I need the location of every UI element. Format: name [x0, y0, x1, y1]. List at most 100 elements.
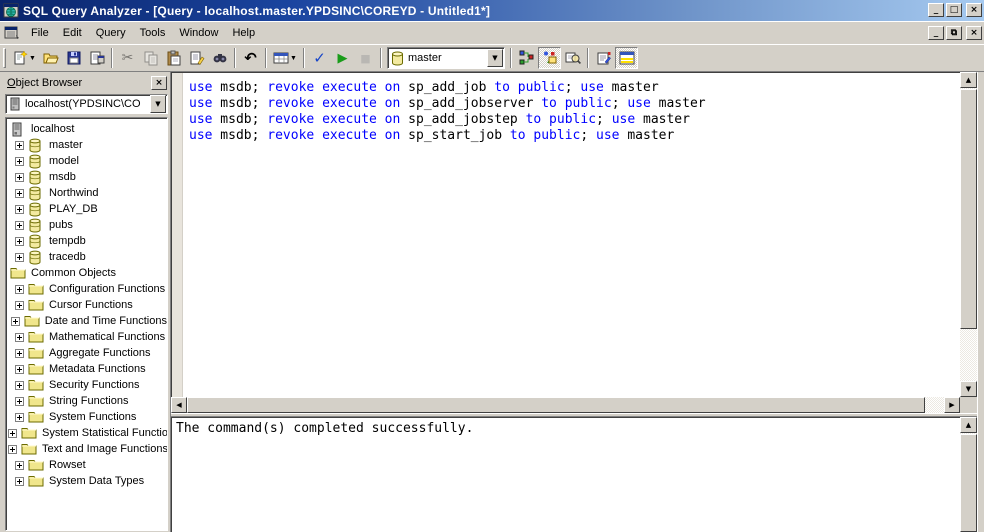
- scroll-up-icon[interactable]: ▲: [960, 417, 977, 433]
- minimize-button[interactable]: _: [928, 3, 944, 17]
- open-button[interactable]: [39, 47, 62, 69]
- menu-query[interactable]: Query: [89, 24, 133, 42]
- expand-plus-icon[interactable]: [8, 444, 17, 454]
- insert-template-icon: [89, 50, 105, 66]
- expand-plus-icon[interactable]: [8, 428, 17, 438]
- editor-vscrollbar[interactable]: ▲ ▼: [960, 72, 977, 397]
- menu-tools[interactable]: Tools: [133, 24, 173, 42]
- object-browser-close-icon[interactable]: ×: [151, 76, 167, 90]
- menu-edit[interactable]: Edit: [56, 24, 89, 42]
- expand-plus-icon[interactable]: [10, 316, 20, 326]
- connection-combo[interactable]: localhost(YPDSINC\CO ▼: [5, 94, 168, 114]
- tree-item-string-functions[interactable]: String Functions: [8, 393, 167, 409]
- toolbar-separator: [510, 48, 512, 68]
- editor-vscroll-thumb[interactable]: [960, 89, 977, 329]
- editor-hscrollbar[interactable]: ◀ ▶: [171, 397, 960, 413]
- toolbar-grip[interactable]: [3, 48, 6, 68]
- expand-plus-icon[interactable]: [15, 476, 24, 486]
- expand-plus-icon[interactable]: [15, 236, 24, 246]
- tree-item-label: Common Objects: [31, 267, 116, 279]
- expand-plus-icon[interactable]: [15, 204, 24, 214]
- tree-item-metadata-functions[interactable]: Metadata Functions: [8, 361, 167, 377]
- tree-item-date-and-time-functions[interactable]: Date and Time Functions: [8, 313, 167, 329]
- paste-button[interactable]: [162, 47, 185, 69]
- scroll-left-icon[interactable]: ◀: [171, 397, 187, 413]
- database-combo-dropdown-icon[interactable]: ▼: [487, 49, 503, 67]
- results-vscroll-thumb[interactable]: [960, 434, 977, 532]
- tree-item-text-and-image-functions[interactable]: Text and Image Functions: [8, 441, 167, 457]
- expand-plus-icon[interactable]: [15, 348, 24, 358]
- tree-item-rowset[interactable]: Rowset: [8, 457, 167, 473]
- tree-item-msdb[interactable]: msdb: [8, 169, 167, 185]
- mdi-child-icon[interactable]: [4, 25, 20, 41]
- tree-item-configuration-functions[interactable]: Configuration Functions: [8, 281, 167, 297]
- query-editor[interactable]: use msdb; revoke execute on sp_add_job t…: [171, 72, 960, 397]
- mdi-minimize-button[interactable]: _: [928, 26, 944, 40]
- expand-plus-icon[interactable]: [15, 380, 24, 390]
- maximize-button[interactable]: □: [946, 3, 962, 17]
- menu-file[interactable]: File: [24, 24, 56, 42]
- dropdown-arrow-icon[interactable]: ▼: [290, 55, 297, 62]
- tree-item-model[interactable]: model: [8, 153, 167, 169]
- tree-item-system-functions[interactable]: System Functions: [8, 409, 167, 425]
- tree-item-northwind[interactable]: Northwind: [8, 185, 167, 201]
- editor-hscroll-thumb[interactable]: [187, 397, 925, 413]
- tree-item-pubs[interactable]: pubs: [8, 217, 167, 233]
- tree-item-system-data-types[interactable]: System Data Types: [8, 473, 167, 489]
- object-search-button[interactable]: [561, 47, 584, 69]
- connection-combo-dropdown-icon[interactable]: ▼: [150, 95, 166, 113]
- tree-item-mathematical-functions[interactable]: Mathematical Functions: [8, 329, 167, 345]
- dropdown-arrow-icon[interactable]: ▼: [29, 55, 36, 62]
- expand-plus-icon[interactable]: [15, 300, 24, 310]
- tree-item-localhost[interactable]: localhost: [8, 121, 167, 137]
- tree-item-play-db[interactable]: PLAY_DB: [8, 201, 167, 217]
- expand-plus-icon[interactable]: [15, 460, 24, 470]
- scroll-right-icon[interactable]: ▶: [944, 397, 960, 413]
- menu-window[interactable]: Window: [172, 24, 225, 42]
- tree-item-aggregate-functions[interactable]: Aggregate Functions: [8, 345, 167, 361]
- scroll-down-icon[interactable]: ▼: [960, 381, 977, 397]
- save-button[interactable]: [62, 47, 85, 69]
- object-browser-button[interactable]: [538, 47, 561, 69]
- show-results-pane-button[interactable]: [615, 47, 638, 69]
- expand-plus-icon[interactable]: [15, 284, 24, 294]
- expand-plus-icon[interactable]: [15, 332, 24, 342]
- expand-plus-icon[interactable]: [15, 140, 24, 150]
- scroll-up-icon[interactable]: ▲: [960, 72, 977, 88]
- menu-help[interactable]: Help: [225, 24, 262, 42]
- new-query-button[interactable]: ▼: [9, 47, 39, 69]
- insert-template-button[interactable]: [85, 47, 108, 69]
- expand-plus-icon[interactable]: [15, 188, 24, 198]
- tree-item-common-objects[interactable]: Common Objects: [8, 265, 167, 281]
- database-combo[interactable]: master ▼: [387, 47, 505, 69]
- expand-plus-icon[interactable]: [15, 252, 24, 262]
- tree-item-master[interactable]: master: [8, 137, 167, 153]
- execute-mode-button[interactable]: ▼: [270, 47, 300, 69]
- parse-query-button[interactable]: ✓: [308, 47, 331, 69]
- expand-plus-icon[interactable]: [15, 156, 24, 166]
- mdi-restore-button[interactable]: ⧉: [946, 26, 962, 40]
- execute-button[interactable]: ▶: [331, 47, 354, 69]
- undo-button[interactable]: ↶: [239, 47, 262, 69]
- clear-window-button[interactable]: [185, 47, 208, 69]
- close-button[interactable]: ×: [966, 3, 982, 17]
- expand-plus-icon[interactable]: [15, 220, 24, 230]
- expand-plus-icon[interactable]: [15, 412, 24, 422]
- expand-plus-icon[interactable]: [15, 364, 24, 374]
- tree-item-system-statistical-functions[interactable]: System Statistical Functions: [8, 425, 167, 441]
- expand-plus-icon[interactable]: [15, 172, 24, 182]
- tree-item-tempdb[interactable]: tempdb: [8, 233, 167, 249]
- tree-item-label: PLAY_DB: [49, 203, 98, 215]
- tree-item-tracedb[interactable]: tracedb: [8, 249, 167, 265]
- mdi-close-button[interactable]: ×: [966, 26, 982, 40]
- cut-icon: ✂: [121, 50, 134, 66]
- results-vscrollbar[interactable]: ▲: [960, 417, 977, 532]
- expand-plus-icon[interactable]: [15, 396, 24, 406]
- tree-item-cursor-functions[interactable]: Cursor Functions: [8, 297, 167, 313]
- display-plan-button[interactable]: [515, 47, 538, 69]
- tree-item-security-functions[interactable]: Security Functions: [8, 377, 167, 393]
- sql-code[interactable]: use msdb; revoke execute on sp_add_job t…: [189, 80, 706, 144]
- results-pane[interactable]: The command(s) completed successfully.: [171, 417, 960, 532]
- find-button[interactable]: [208, 47, 231, 69]
- connection-properties-button[interactable]: [592, 47, 615, 69]
